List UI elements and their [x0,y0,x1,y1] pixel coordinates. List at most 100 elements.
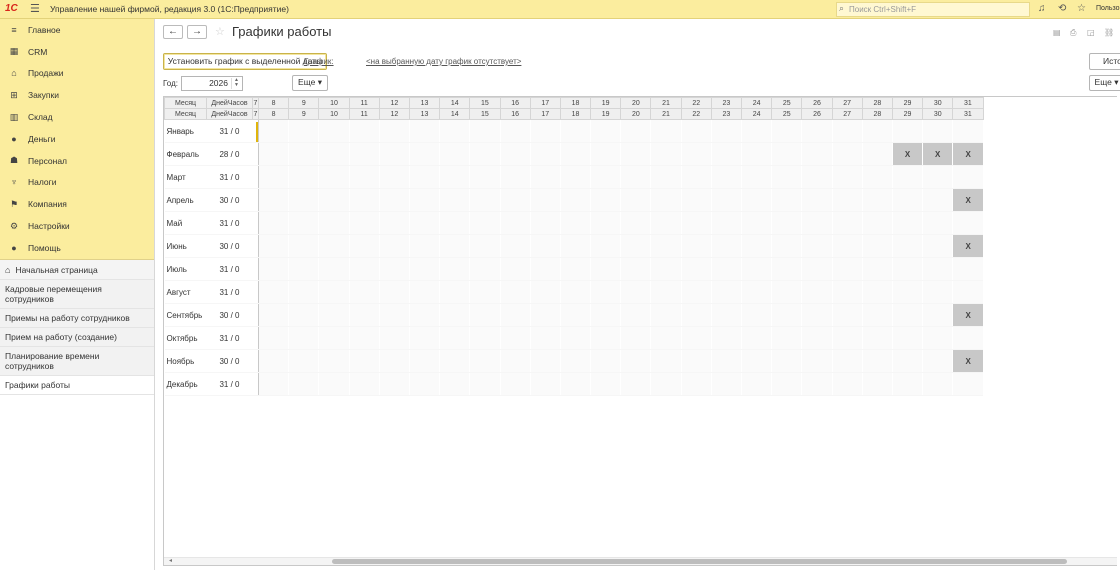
day-cell[interactable] [740,349,772,373]
day-cell[interactable] [952,211,983,235]
section-item[interactable]: ≡ Главное [0,19,154,41]
day-cell[interactable] [318,303,350,327]
day-cell[interactable] [650,188,682,212]
day-cell[interactable] [710,372,742,396]
day-cell[interactable] [952,165,983,189]
day-cell[interactable] [861,326,893,350]
day-cell[interactable] [831,119,863,143]
column-header[interactable]: 30 [922,97,954,109]
day-cell[interactable] [771,303,802,327]
month-cell[interactable]: Март [164,165,207,189]
day-cell[interactable] [952,119,983,143]
day-cell[interactable] [439,234,470,258]
day-cell[interactable] [439,188,470,212]
day-cell[interactable] [771,326,802,350]
column-header[interactable]: 16 [499,97,531,109]
day-cell[interactable] [559,372,591,396]
day-cell[interactable] [559,326,591,350]
day-cell[interactable] [257,257,289,281]
column-header[interactable]: 23 [710,108,743,120]
table-row[interactable]: Апрель 30 / 0 X [164,188,983,212]
day-cell[interactable] [288,119,319,143]
day-cell-unavailable[interactable]: X [952,188,983,212]
day-cell[interactable] [378,349,410,373]
day-cell[interactable] [318,326,350,350]
link-icon[interactable]: ⛓ [1104,28,1114,37]
column-header[interactable]: 11 [348,97,380,109]
column-header[interactable]: 28 [861,97,893,109]
day-cell[interactable] [710,165,742,189]
day-cell[interactable] [590,188,621,212]
day-cell[interactable] [620,188,651,212]
column-header[interactable]: 24 [740,108,773,120]
day-cell[interactable] [891,257,923,281]
section-item[interactable]: ▦ CRM [0,41,154,63]
column-header[interactable]: 21 [650,108,682,120]
table-row[interactable]: Декабрь 31 / 0 [164,372,983,396]
day-cell[interactable] [469,119,500,143]
column-header[interactable]: 11 [348,108,380,120]
day-cell[interactable] [740,372,772,396]
day-cell[interactable] [529,280,561,304]
day-cell[interactable] [499,188,531,212]
day-cell[interactable] [288,257,319,281]
column-header[interactable]: 15 [469,108,501,120]
days-hours-cell[interactable]: 31 / 0 [206,119,253,143]
day-cell[interactable] [831,280,863,304]
day-cell[interactable] [529,349,561,373]
day-cell[interactable] [680,280,712,304]
day-cell[interactable] [861,257,893,281]
day-cell[interactable] [469,280,500,304]
day-cell[interactable] [710,280,742,304]
day-cell[interactable] [861,234,893,258]
day-cell[interactable] [620,142,651,166]
column-header[interactable]: 25 [771,108,803,120]
day-cell[interactable] [378,234,410,258]
scroll-thumb[interactable] [332,559,1067,564]
day-cell[interactable] [439,211,470,235]
day-cell[interactable] [710,349,742,373]
day-cell[interactable] [559,257,591,281]
day-cell[interactable] [650,165,682,189]
day-cell[interactable] [650,326,682,350]
column-header[interactable]: 30 [922,108,954,120]
day-cell[interactable] [408,119,440,143]
open-window-item[interactable]: Планирование времени сотрудников [0,347,154,376]
day-cell[interactable] [439,119,470,143]
day-cell[interactable] [922,119,953,143]
day-cell[interactable] [952,280,983,304]
day-cell[interactable] [710,234,742,258]
day-cell[interactable] [861,142,893,166]
day-cell[interactable] [710,326,742,350]
day-cell[interactable] [559,142,591,166]
month-cell[interactable]: Январь [164,119,207,143]
history-icon[interactable]: ⟲ [1058,3,1066,14]
section-item[interactable]: ♆ Налоги [0,172,154,194]
day-cell[interactable] [378,303,410,327]
day-cell[interactable] [771,142,802,166]
day-cell[interactable] [499,280,531,304]
day-cell[interactable] [831,211,863,235]
section-item[interactable]: ● Помощь [0,237,154,259]
day-cell[interactable] [499,349,531,373]
days-hours-cell[interactable]: 31 / 0 [206,372,253,396]
day-cell[interactable] [378,142,410,166]
month-cell[interactable]: Декабрь [164,372,207,396]
day-cell[interactable] [922,326,953,350]
month-cell[interactable]: Октябрь [164,326,207,350]
day-cell[interactable] [740,280,772,304]
day-cell[interactable] [257,188,289,212]
day-cell-unavailable[interactable]: X [891,142,923,166]
home-page-link[interactable]: ⌂ Начальная страница [0,260,154,280]
column-header[interactable]: 21 [650,97,682,109]
column-header[interactable]: 22 [680,108,712,120]
day-cell[interactable] [439,372,470,396]
day-cell[interactable] [257,119,289,143]
day-cell[interactable] [680,349,712,373]
day-cell[interactable] [439,349,470,373]
day-cell[interactable] [257,303,289,327]
day-cell[interactable] [439,326,470,350]
day-cell[interactable] [439,303,470,327]
day-cell[interactable] [740,326,772,350]
preview-icon[interactable]: ◲ [1087,28,1095,37]
